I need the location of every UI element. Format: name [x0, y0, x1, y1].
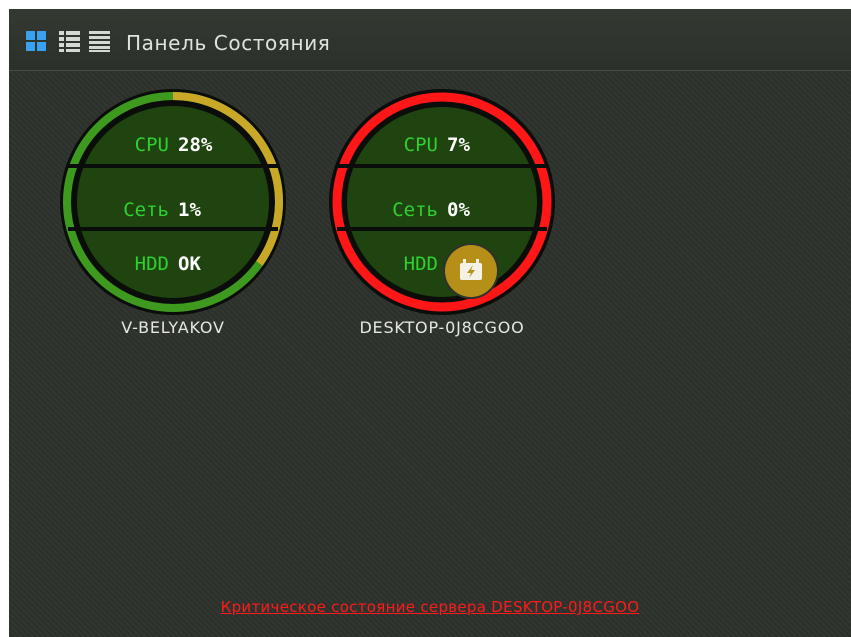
- compact-view-icon[interactable]: [89, 30, 110, 52]
- critical-alert-link[interactable]: Критическое состояние сервера DESKTOP-0J…: [9, 597, 851, 617]
- power-plug-icon[interactable]: [443, 243, 499, 299]
- status-dashboard: Панель Состояния CPU 28% Сеть 1% HDD OK …: [9, 9, 851, 637]
- hdd-value: OK: [178, 253, 201, 275]
- network-metric: Сеть 1%: [58, 195, 288, 225]
- list-view-icon[interactable]: [59, 30, 80, 52]
- cpu-value: 28%: [178, 134, 213, 156]
- server-name: V-BELYAKOV: [121, 318, 225, 337]
- cpu-value: 7%: [447, 134, 470, 156]
- network-label: Сеть: [392, 199, 438, 221]
- server-card-v-belyakov[interactable]: CPU 28% Сеть 1% HDD OK V-BELYAKOV: [58, 87, 288, 357]
- cpu-label: CPU: [134, 134, 169, 156]
- cpu-metric: CPU 28%: [58, 130, 288, 160]
- page-title: Панель Состояния: [126, 31, 331, 55]
- cpu-metric: CPU 7%: [327, 130, 557, 160]
- hdd-label: HDD: [403, 253, 438, 275]
- network-label: Сеть: [123, 199, 169, 221]
- header-bar: Панель Состояния: [9, 9, 851, 71]
- network-metric: Сеть 0%: [327, 195, 557, 225]
- cpu-label: CPU: [403, 134, 438, 156]
- server-name: DESKTOP-0J8CGOO: [359, 318, 525, 337]
- grid-view-icon[interactable]: [26, 30, 47, 52]
- server-card-desktop-0j8cgoo[interactable]: CPU 7% Сеть 0% HDD OK DESKTOP-0J8CGOO: [327, 87, 557, 357]
- network-value: 0%: [447, 199, 470, 221]
- network-value: 1%: [178, 199, 201, 221]
- hdd-metric: HDD OK: [327, 249, 557, 279]
- hdd-metric: HDD OK: [58, 249, 288, 279]
- hdd-label: HDD: [134, 253, 169, 275]
